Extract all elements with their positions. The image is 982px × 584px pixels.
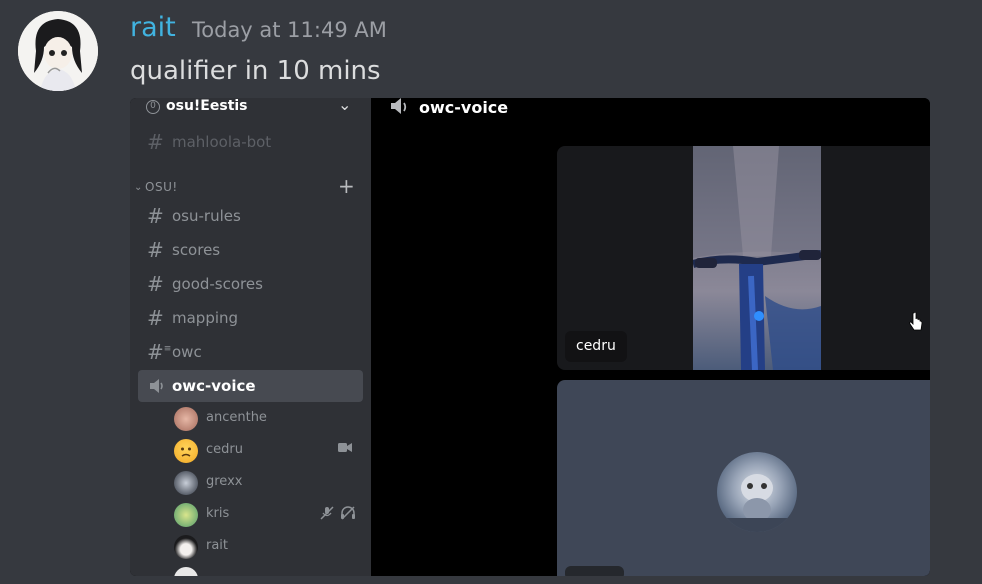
voice-user-name: grexx	[206, 474, 243, 489]
hand-cursor-icon	[909, 311, 923, 338]
channel-label: owc	[172, 343, 202, 361]
user-avatar[interactable]	[18, 11, 98, 91]
message-username[interactable]: rait	[130, 12, 176, 43]
video-stream	[693, 146, 821, 370]
channel-label: scores	[172, 241, 221, 259]
voice-user-name: kris	[206, 506, 230, 521]
channel-mapping[interactable]: # mapping	[138, 302, 363, 334]
avatar-tile[interactable]	[557, 380, 930, 576]
hash-icon: #	[147, 272, 164, 296]
channel-label: mapping	[172, 309, 239, 327]
hash-icon: #	[147, 238, 164, 262]
camera-icon	[338, 442, 352, 457]
voice-user-rait[interactable]: rait	[174, 532, 364, 560]
voice-user-partial[interactable]	[174, 564, 364, 576]
hash-icon: #	[147, 204, 164, 228]
muted-mic-icon	[320, 506, 334, 524]
avatar	[174, 471, 198, 495]
voice-call-view: owc-voice cedru	[371, 98, 930, 576]
deafened-icon	[340, 506, 356, 524]
message-timestamp: Today at 11:49 AM	[192, 18, 387, 42]
channel-label: good-scores	[172, 275, 263, 293]
channel-owc-voice[interactable]: owc-voice	[138, 370, 363, 402]
message-text: qualifier in 10 mins	[130, 56, 381, 86]
server-name[interactable]: osu!Eestis	[166, 98, 248, 114]
voice-user-name: rait	[206, 538, 229, 553]
channel-label: osu-rules	[172, 207, 241, 225]
channel-good-scores[interactable]: # good-scores	[138, 268, 363, 300]
channel-scores[interactable]: # scores	[138, 234, 363, 266]
voice-user-name: ancenthe	[206, 410, 267, 425]
avatar	[174, 503, 198, 527]
chevron-down-icon[interactable]: ⌄	[134, 182, 142, 193]
voice-user-grexx[interactable]: grexx	[174, 468, 364, 496]
channel-label: owc-voice	[172, 377, 256, 395]
voice-user-ancenthe[interactable]: ancenthe	[174, 404, 364, 432]
channel-label: mahloola-bot	[172, 133, 272, 151]
avatar	[174, 439, 198, 463]
participant-name: cedru	[565, 331, 627, 362]
avatar	[174, 567, 198, 576]
voice-user-cedru[interactable]: cedru	[174, 436, 364, 464]
hash-icon: #	[147, 306, 164, 330]
avatar	[174, 407, 198, 431]
avatar	[717, 452, 797, 532]
voice-user-name: cedru	[206, 442, 243, 457]
channel-owc[interactable]: #≡ owc	[138, 336, 363, 368]
hash-icon: #	[147, 130, 164, 154]
video-tile-cedru[interactable]: cedru	[557, 146, 930, 370]
voice-user-kris[interactable]: kris	[174, 500, 364, 528]
speaker-icon	[147, 374, 167, 399]
category-label[interactable]: OSU!	[145, 180, 178, 194]
channel-sidebar: 0 osu!Eestis ⌄ # mahloola-bot ⌄ OSU! + #…	[130, 98, 371, 576]
participant-name-chip	[565, 566, 624, 576]
avatar	[174, 535, 198, 559]
attached-image[interactable]: 0 osu!Eestis ⌄ # mahloola-bot ⌄ OSU! + #…	[130, 98, 930, 576]
chevron-down-icon[interactable]: ⌄	[338, 98, 351, 114]
rules-hash-icon: #≡	[147, 340, 172, 364]
call-channel-title: owc-voice	[419, 98, 509, 117]
add-channel-icon[interactable]: +	[338, 174, 355, 198]
speaker-icon	[389, 98, 411, 117]
channel-osu-rules[interactable]: # osu-rules	[138, 200, 363, 232]
server-badge: 0	[146, 100, 160, 114]
channel-mahloola-bot[interactable]: # mahloola-bot	[138, 126, 363, 158]
server-header[interactable]: 0 osu!Eestis ⌄	[130, 98, 371, 118]
